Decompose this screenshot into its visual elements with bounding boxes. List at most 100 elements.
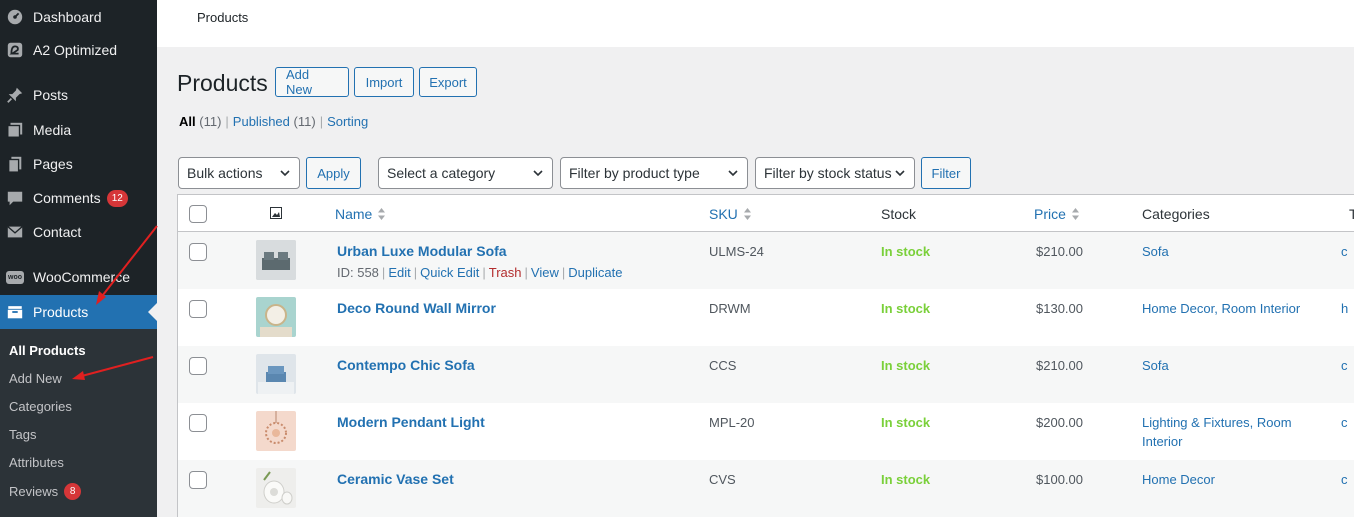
sidebar-item-pages[interactable]: Pages <box>0 147 157 181</box>
pages-icon <box>6 155 24 173</box>
sort-icon <box>1071 208 1079 220</box>
row-checkbox[interactable] <box>189 414 207 432</box>
product-type-filter-value: Filter by product type <box>569 165 700 181</box>
product-thumbnail[interactable] <box>256 240 296 280</box>
chevron-down-icon <box>895 170 905 177</box>
product-categories[interactable]: Lighting & Fixtures, Room Interior <box>1142 413 1322 451</box>
stock-status: In stock <box>881 472 931 487</box>
sidebar-item-media[interactable]: Media <box>0 113 157 147</box>
import-button[interactable]: Import <box>354 67 414 97</box>
product-type-filter-select[interactable]: Filter by product type <box>560 157 748 189</box>
product-tags[interactable]: c <box>1341 244 1348 259</box>
view-link[interactable]: View <box>531 265 559 280</box>
sidebar-item-dashboard[interactable]: Dashboard <box>0 0 157 34</box>
submenu-attributes[interactable]: Attributes <box>9 455 64 470</box>
product-categories[interactable]: Home Decor <box>1142 470 1322 489</box>
product-categories[interactable]: Sofa <box>1142 242 1322 261</box>
column-stock: Stock <box>881 206 917 222</box>
apply-button[interactable]: Apply <box>306 157 361 189</box>
sidebar-item-label: Products <box>33 304 89 320</box>
product-categories[interactable]: Sofa <box>1142 356 1322 375</box>
stock-status-filter-select[interactable]: Filter by stock status <box>755 157 915 189</box>
sidebar-item-woocommerce[interactable]: woo WooCommerce <box>0 260 157 294</box>
sidebar-item-products[interactable]: Products <box>0 295 157 329</box>
product-tags[interactable]: c <box>1341 358 1348 373</box>
sidebar-item-label: Pages <box>33 156 73 172</box>
table-header: Name SKU Stock Price Categories T <box>178 195 1354 232</box>
quick-edit-link[interactable]: Quick Edit <box>420 265 479 280</box>
product-name-link[interactable]: Urban Luxe Modular Sofa <box>337 243 507 259</box>
page-title: Products <box>177 70 268 96</box>
product-price: $130.00 <box>1036 301 1083 316</box>
product-tags[interactable]: c <box>1341 472 1348 487</box>
admin-sidebar: Dashboard A2 Optimized Posts Media Pages… <box>0 0 157 517</box>
edit-link[interactable]: Edit <box>388 265 410 280</box>
products-submenu: All Products Add New Categories Tags Att… <box>0 329 157 517</box>
product-tags[interactable]: c <box>1341 415 1348 430</box>
view-all[interactable]: All (11) <box>179 114 221 129</box>
filter-button[interactable]: Filter <box>921 157 971 189</box>
row-checkbox[interactable] <box>189 300 207 318</box>
sidebar-item-contact[interactable]: Contact <box>0 215 157 249</box>
table-row: Contempo Chic Sofa CCS In stock $210.00 … <box>178 346 1354 403</box>
sidebar-item-comments[interactable]: Comments 12 <box>0 181 157 215</box>
product-thumbnail[interactable] <box>256 354 296 394</box>
column-price[interactable]: Price <box>1034 206 1080 222</box>
bulk-actions-select[interactable]: Bulk actions <box>178 157 300 189</box>
topbar-title: Products <box>197 10 249 25</box>
submenu-categories[interactable]: Categories <box>9 399 72 414</box>
category-filter-select[interactable]: Select a category <box>378 157 553 189</box>
stock-status-filter-value: Filter by stock status <box>764 165 892 181</box>
sidebar-item-a2-optimized[interactable]: A2 Optimized <box>0 33 157 67</box>
stock-status: In stock <box>881 244 931 259</box>
sidebar-item-label: Comments <box>33 190 101 206</box>
submenu-add-new[interactable]: Add New <box>9 371 62 386</box>
product-price: $210.00 <box>1036 244 1083 259</box>
chevron-down-icon <box>280 170 290 177</box>
export-button[interactable]: Export <box>419 67 477 97</box>
chevron-down-icon <box>728 170 738 177</box>
add-new-button[interactable]: Add New <box>275 67 349 97</box>
stock-status: In stock <box>881 301 931 316</box>
product-name-link[interactable]: Modern Pendant Light <box>337 414 485 430</box>
table-row: Deco Round Wall Mirror DRWM In stock $13… <box>178 289 1354 346</box>
sidebar-item-label: Media <box>33 122 72 138</box>
column-categories: Categories <box>1142 206 1210 222</box>
product-name-link[interactable]: Deco Round Wall Mirror <box>337 300 496 316</box>
submenu-all-products[interactable]: All Products <box>9 343 86 358</box>
product-price: $100.00 <box>1036 472 1083 487</box>
product-thumbnail[interactable] <box>256 411 296 451</box>
comment-icon <box>6 189 24 207</box>
product-name-link[interactable]: Contempo Chic Sofa <box>337 357 475 373</box>
submenu-reviews-label: Reviews <box>9 484 59 499</box>
sidebar-item-posts[interactable]: Posts <box>0 78 157 112</box>
sidebar-item-label: Posts <box>33 87 69 103</box>
view-separator: | <box>319 114 324 129</box>
submenu-reviews[interactable]: Reviews 8 <box>9 483 82 500</box>
bulk-actions-value: Bulk actions <box>187 165 263 181</box>
product-thumbnail[interactable] <box>256 468 296 508</box>
woo-icon: woo <box>6 268 24 286</box>
dashboard-icon <box>6 8 24 26</box>
column-tags: T <box>1349 206 1354 222</box>
product-name-link[interactable]: Ceramic Vase Set <box>337 471 454 487</box>
trash-link[interactable]: Trash <box>489 265 522 280</box>
view-sorting[interactable]: Sorting <box>327 114 368 129</box>
table-row: Modern Pendant Light MPL-20 In stock $20… <box>178 403 1354 460</box>
product-sku: CCS <box>709 358 737 373</box>
column-sku[interactable]: SKU <box>709 206 752 222</box>
row-checkbox[interactable] <box>189 471 207 489</box>
select-all-checkbox[interactable] <box>189 205 207 223</box>
duplicate-link[interactable]: Duplicate <box>568 265 622 280</box>
view-published[interactable]: Published (11) <box>233 114 316 129</box>
column-name[interactable]: Name <box>335 206 386 222</box>
product-categories[interactable]: Home Decor, Room Interior <box>1142 299 1322 318</box>
product-thumbnail[interactable] <box>256 297 296 337</box>
sort-icon <box>378 208 386 220</box>
product-tags[interactable]: h <box>1341 301 1348 316</box>
row-checkbox[interactable] <box>189 243 207 261</box>
media-icon <box>6 121 24 139</box>
row-checkbox[interactable] <box>189 357 207 375</box>
sort-icon <box>743 208 751 220</box>
submenu-tags[interactable]: Tags <box>9 427 36 442</box>
